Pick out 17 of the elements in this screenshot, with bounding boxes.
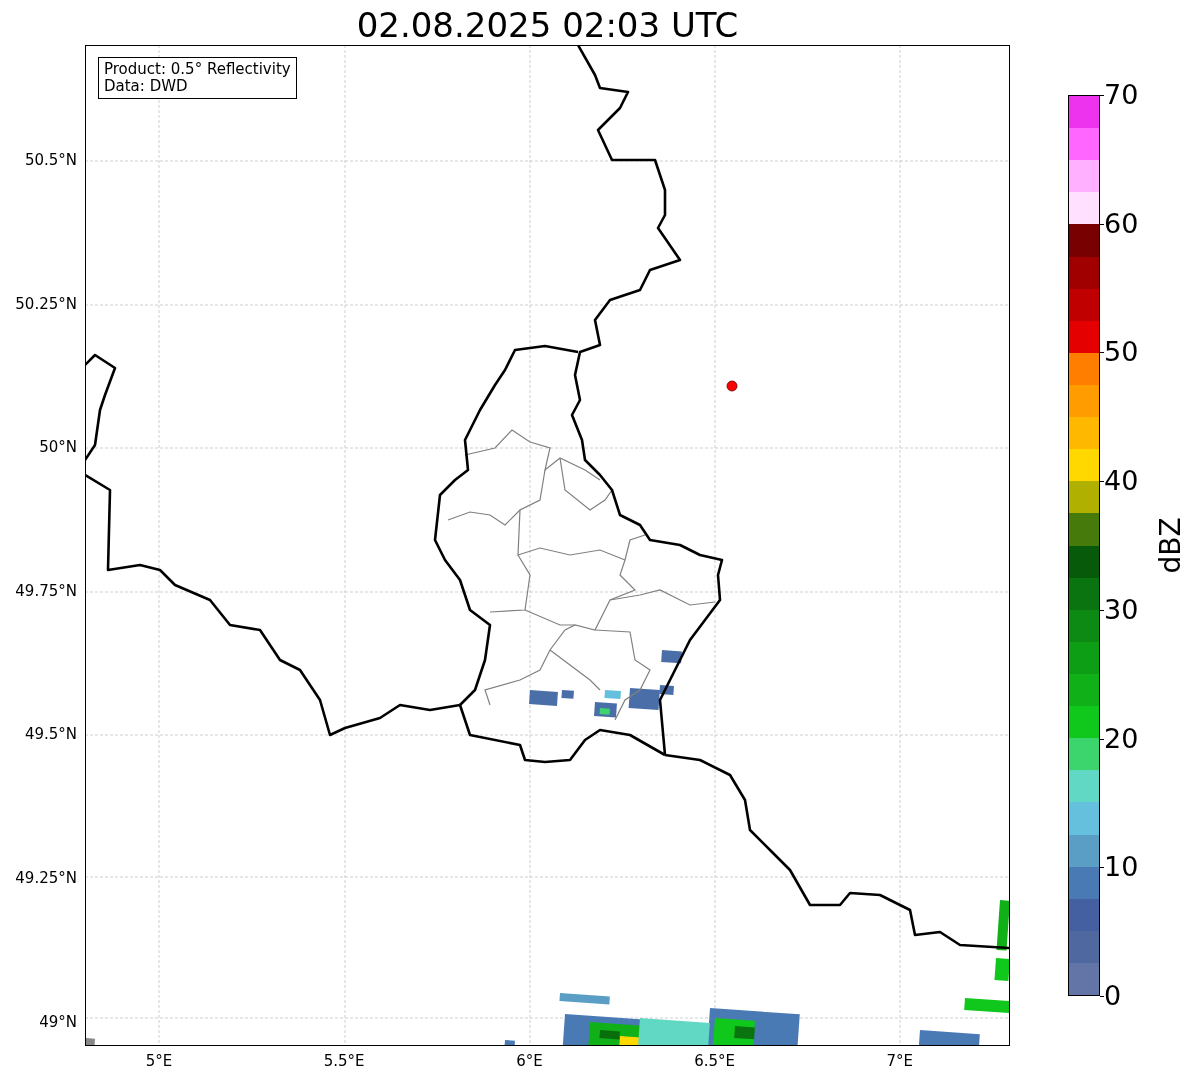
latitude-label: 49.25°N xyxy=(15,869,77,887)
latitude-label: 50.5°N xyxy=(24,151,77,169)
info-text: Data: DWD xyxy=(104,78,189,95)
latitude-label: 49°N xyxy=(39,1012,77,1031)
longitude-label: 7°E xyxy=(886,1052,914,1070)
latitude-label: 49.75°N xyxy=(15,581,77,600)
latitude-label: 50°N xyxy=(39,438,77,457)
colorbar-label: dBZ xyxy=(1153,517,1187,574)
location-marker xyxy=(726,380,738,392)
chart-title: 02.08.2025 02:03 UTC xyxy=(356,5,739,45)
longitude-label: 6.5°E xyxy=(694,1052,735,1070)
latitude-label: 50.25°N xyxy=(15,294,77,313)
longitude-label: 5°E xyxy=(145,1052,173,1070)
info-text: Product: 0.5° Reflectivity xyxy=(104,61,291,78)
longitude-label: 6°E xyxy=(516,1052,543,1070)
latitude-label: 49.5°N xyxy=(24,725,77,744)
longitude-label: 5.5°E xyxy=(323,1052,365,1070)
